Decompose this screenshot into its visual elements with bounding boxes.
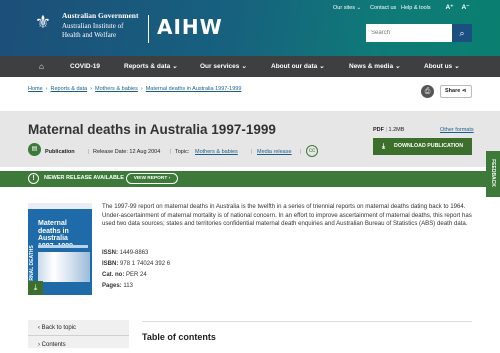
nav-about-our-data[interactable]: About our data ⌄ [271,56,324,77]
fact-isbn: ISBN: 978 1 74024 392 6 [102,261,171,267]
publication-icon: ▤ [28,143,41,156]
feedback-tab[interactable]: FEEDBACK [486,151,500,197]
search-input[interactable] [366,24,452,42]
meta-sep: | [88,149,90,155]
font-increase-button[interactable]: A⁺ [443,2,456,14]
search-button[interactable]: ⌕ [452,24,472,42]
gov-name: Australian Government [62,11,139,20]
cover-subtitle-bar [38,245,88,248]
chevron-down-icon: ⌄ [394,63,401,70]
main-nav: ⌂ COVID-19 Reports & data ⌄ Our services… [0,56,500,77]
meta-sep: | [170,149,172,155]
chevron-down-icon: ⌄ [453,63,460,70]
back-to-topic-link[interactable]: ‹ Back to topic [28,320,129,336]
breadcrumb-reports[interactable]: Reports & data [51,86,88,92]
breadcrumb: Home › Reports & data › Mothers & babies › Mat… [28,86,242,92]
table-of-contents-heading: Table of contents [142,332,216,342]
contact-us-link[interactable]: Contact us [370,5,396,11]
nav-news-media[interactable]: News & media ⌄ [349,56,400,77]
institute-name[interactable]: Australian Institute of Health and Welfa… [62,22,142,39]
breadcrumb-mothers-babies[interactable]: Mothers & babies [95,86,138,92]
cover-download-icon[interactable]: ⤓ [28,281,43,295]
chevron-down-icon: ⌄ [241,63,247,70]
home-icon[interactable]: ⌂ [39,56,44,77]
chevron-right-icon: › [168,176,171,181]
aihw-logo[interactable]: AIHW [157,15,223,39]
fact-catno: Cat. no: PER 24 [102,272,147,278]
pdf-info: PDF | 1.2MB [373,127,405,133]
print-icon[interactable]: ⎙ [421,85,434,98]
our-sites-link[interactable]: Our sites ⌄ [333,5,361,11]
share-icon: ⋖ [461,88,467,94]
download-publication-button[interactable]: ⤓ DOWNLOAD PUBLICATION [373,138,472,155]
release-date: Release Date: 12 Aug 2004 [93,149,161,155]
nav-our-services[interactable]: Our services ⌄ [200,56,247,77]
site-header: ⚜ Australian Government Australian Insti… [0,0,500,56]
contents-link[interactable]: › Contents [28,337,129,348]
report-description: The 1997-99 report on maternal deaths in… [102,203,472,228]
publication-type: Publication [45,149,75,155]
page-title: Maternal deaths in Australia 1997-1999 [28,122,276,137]
media-release-link[interactable]: Media release [257,149,292,155]
breadcrumb-home[interactable]: Home [28,86,43,92]
chevron-right-icon: › [38,342,40,348]
search-icon: ⌕ [459,28,465,38]
nav-about-us[interactable]: About us ⌄ [424,56,459,77]
share-label: Share [445,88,461,94]
download-label: DOWNLOAD PUBLICATION [394,143,464,149]
nav-reports-data[interactable]: Reports & data ⌄ [124,56,178,77]
cc-license-icon[interactable]: cc [306,145,318,157]
cover-side-text: ERNAL DEATHS [29,245,35,284]
nav-covid[interactable]: COVID-19 [70,56,100,77]
meta-sep: | [251,149,253,155]
cover-photos [38,252,90,282]
newer-release-text: NEWER RELEASE AVAILABLE [44,175,124,181]
fact-issn: ISSN: 1449-8863 [102,250,149,256]
feedback-label: FEEDBACK [490,159,496,187]
chevron-down-icon: ⌄ [172,63,178,70]
fact-pages: Pages: 113 [102,283,133,289]
header-divider [148,15,149,43]
coat-of-arms-icon: ⚜ [34,12,52,32]
chevron-left-icon: ‹ [38,325,40,331]
other-formats-link[interactable]: Other formats [440,127,474,133]
chevron-down-icon: ⌄ [319,63,325,70]
info-icon: ! [28,173,39,184]
topic-label: Topic: [175,149,190,155]
download-icon: ⤓ [382,143,386,150]
meta-sep: | [300,149,302,155]
font-decrease-button[interactable]: A⁻ [459,2,472,14]
toc-divider [142,321,472,322]
cover-strip [28,203,92,209]
topic-link[interactable]: Mothers & babies [195,149,238,155]
share-button[interactable]: Share ⋖ [440,85,472,98]
help-tools-link[interactable]: Help & tools [401,5,431,11]
report-cover-image[interactable]: Maternal deaths in Australia 1997–1999 E… [28,203,92,295]
breadcrumb-current[interactable]: Maternal deaths in Australia 1997-1999 [146,86,242,92]
view-report-button[interactable]: VIEW REPORT › [126,173,178,184]
side-nav: ‹ Back to topic › Contents [28,320,129,348]
